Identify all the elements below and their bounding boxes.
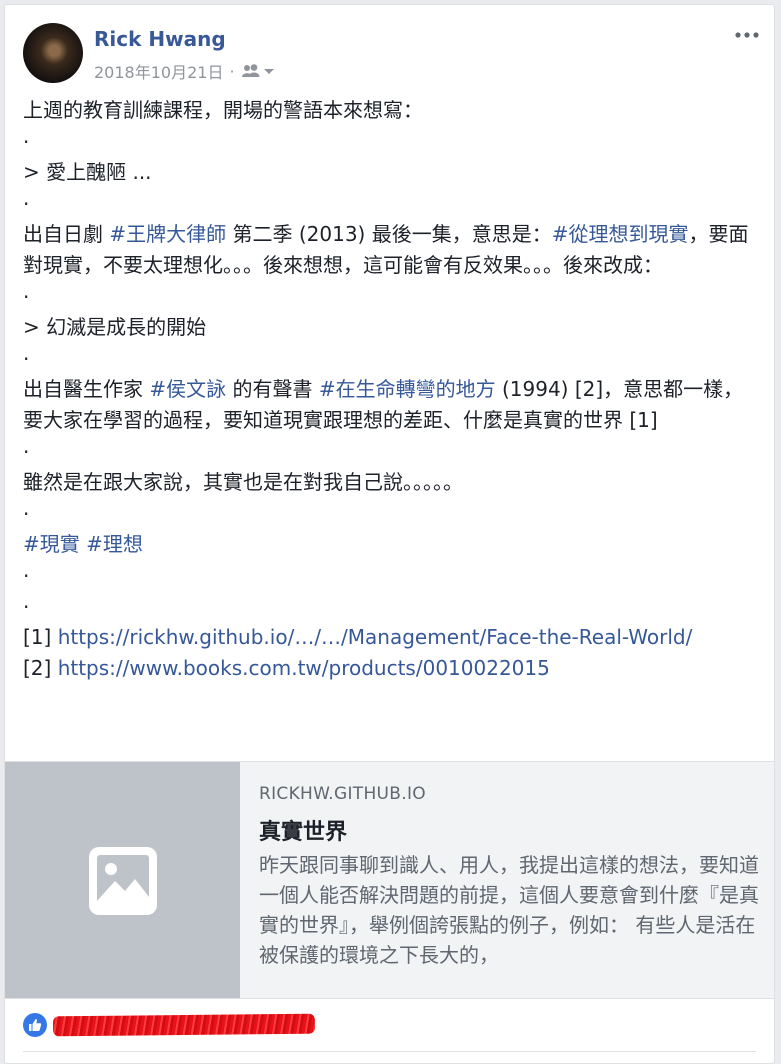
meta-separator: ·: [229, 61, 235, 81]
dot-line: .: [23, 434, 30, 458]
avatar[interactable]: [23, 23, 83, 83]
dot-line: .: [23, 341, 30, 365]
reference-link[interactable]: https://www.books.com.tw/products/001002…: [58, 656, 550, 680]
text-run: 第二季 (2013) 最後一集，意思是：: [226, 222, 552, 246]
post-meta: 2018年10月21日 ·: [94, 59, 275, 83]
preview-description: 昨天跟同事聊到識人、用人，我提出這樣的想法，要知道一個人能否解決問題的前提，這個…: [259, 853, 759, 967]
redacted-names: [52, 1013, 316, 1037]
paragraph: 出自醫生作家 #侯文詠 的有聲書 #在生命轉彎的地方 (1994) [2]，意思…: [23, 374, 763, 436]
preview-text: RICKHW.GITHUB.IO 真實世界 昨天跟同事聊到識人、用人，我提出這樣…: [259, 784, 764, 970]
preview-title[interactable]: 真實世界: [259, 814, 764, 846]
image-placeholder-icon: [87, 845, 159, 921]
post-card: Rick Hwang 2018年10月21日 · 上週的教育訓練課程，開場的警語…: [4, 4, 775, 1064]
text-run: 的有聲書: [226, 377, 319, 401]
reference-line: [2] https://www.books.com.tw/products/00…: [23, 653, 763, 684]
like-icon: [23, 1013, 47, 1037]
link-preview-card[interactable]: RICKHW.GITHUB.IO 真實世界 昨天跟同事聊到識人、用人，我提出這樣…: [5, 761, 774, 999]
post-body: 上週的教育訓練課程，開場的警語本來想寫： . > 愛上醜陋 ... . 出自日劇…: [23, 95, 763, 684]
reference-line: [1] https://rickhw.github.io/…/…/Managem…: [23, 622, 763, 653]
hashtag-link[interactable]: #侯文詠: [149, 377, 226, 401]
dot-line: .: [23, 124, 30, 148]
paragraph: 出自日劇 #王牌大律師 第二季 (2013) 最後一集，意思是：#從理想到現實，…: [23, 219, 763, 281]
reactions-bar[interactable]: [23, 1013, 316, 1037]
dot-line: .: [23, 279, 30, 303]
hashtag-link[interactable]: #現實: [23, 532, 80, 556]
text-run: 出自醫生作家: [23, 377, 150, 401]
text-run: 出自日劇: [23, 222, 110, 246]
hashtag-link[interactable]: #從理想到現實: [552, 222, 689, 246]
dot-line: .: [23, 496, 30, 520]
post-date[interactable]: 2018年10月21日: [94, 59, 223, 83]
dot-line: .: [23, 558, 30, 582]
dot-line: .: [23, 589, 30, 613]
text-line: 上週的教育訓練課程，開場的警語本來想寫：: [23, 98, 423, 122]
reference-link[interactable]: https://rickhw.github.io/…/…/Management/…: [58, 625, 693, 649]
dot-line: .: [23, 186, 30, 210]
quote-line: > 愛上醜陋 ...: [23, 160, 152, 184]
hashtag-line: #現實 #理想: [23, 529, 763, 560]
text-line: 雖然是在跟大家說，其實也是在對我自己說。。。。。: [23, 470, 463, 494]
quote-line: > 幻滅是成長的開始: [23, 315, 207, 339]
reference-label: [2]: [23, 656, 58, 680]
hashtag-link[interactable]: #在生命轉彎的地方: [319, 377, 496, 401]
hashtag-link[interactable]: #王牌大律師: [109, 222, 226, 246]
hashtag-link[interactable]: #理想: [86, 532, 143, 556]
ellipsis-icon[interactable]: [734, 27, 760, 43]
friends-icon[interactable]: [241, 63, 275, 79]
divider: [23, 1051, 756, 1052]
preview-domain: RICKHW.GITHUB.IO: [259, 784, 426, 804]
author-name[interactable]: Rick Hwang: [94, 27, 226, 51]
reference-label: [1]: [23, 625, 58, 649]
preview-thumbnail[interactable]: [5, 762, 240, 998]
